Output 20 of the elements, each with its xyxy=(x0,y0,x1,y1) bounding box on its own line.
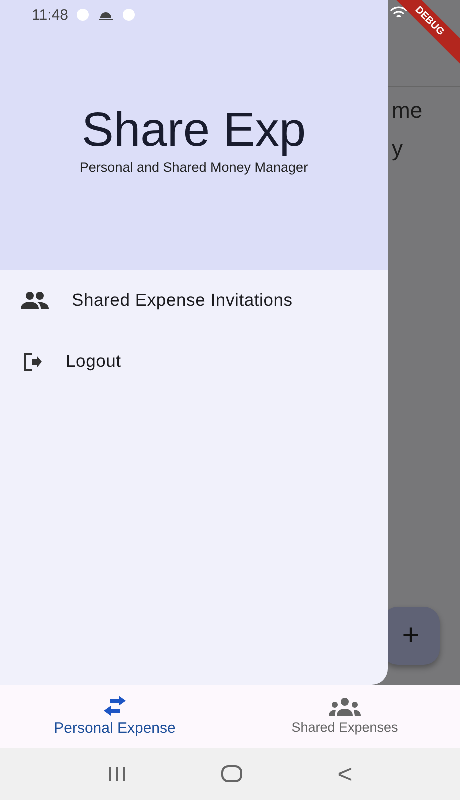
back-button[interactable]: < xyxy=(338,758,353,790)
drawer-item-label: Shared Expense Invitations xyxy=(72,290,293,311)
drawer-item[interactable]: Logout xyxy=(0,331,388,392)
people-icon xyxy=(329,698,361,716)
status-time: 11:48 xyxy=(32,6,68,24)
notification-icon xyxy=(76,8,90,22)
recent-apps-icon[interactable] xyxy=(107,766,128,782)
wifi-icon xyxy=(390,6,408,20)
background-text: y xyxy=(392,135,404,163)
nav-tab[interactable]: Shared Expenses xyxy=(230,685,460,748)
people-icon xyxy=(20,290,50,310)
swap-arrows-icon xyxy=(102,696,128,716)
app-title: Share Exp xyxy=(82,104,306,158)
app-subtitle: Personal and Shared Money Manager xyxy=(80,160,308,174)
nav-tab[interactable]: Personal Expense xyxy=(0,685,230,748)
notification-icon xyxy=(122,8,136,22)
background-text: me xyxy=(392,97,424,125)
home-icon[interactable] xyxy=(221,765,244,783)
drawer-item[interactable]: Shared Expense Invitations xyxy=(0,270,388,331)
drawer-item-label: Logout xyxy=(66,351,122,372)
